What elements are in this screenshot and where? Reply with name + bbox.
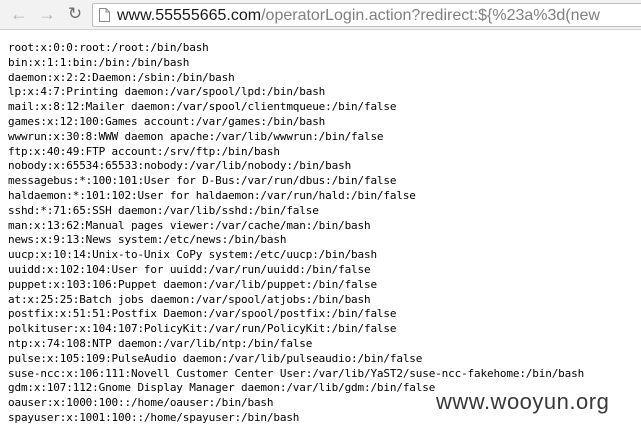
file-line: puppet:x:103:106:Puppet daemon:/var/lib/… (8, 277, 377, 291)
file-line: suse-ncc:x:106:111:Novell Customer Cente… (8, 366, 585, 380)
file-line: pulse:x:105:109:PulseAudio daemon:/var/l… (8, 351, 423, 365)
file-line: uucp:x:10:14:Unix-to-Unix CoPy system:/e… (8, 248, 377, 262)
file-line: postfix:x:51:51:Postfix Daemon:/var/spoo… (8, 307, 397, 321)
file-line: uuidd:x:102:104:User for uuidd:/var/run/… (8, 262, 371, 276)
file-line: ftp:x:40:49:FTP account:/srv/ftp:/bin/ba… (8, 144, 280, 158)
file-line: news:x:9:13:News system:/etc/news:/bin/b… (8, 233, 287, 247)
url-path: /operatorLogin.action?redirect:${%23a%3d… (261, 7, 600, 24)
watermark: www.wooyun.org (434, 389, 612, 415)
file-line: messagebus:*:100:101:User for D-Bus:/var… (8, 174, 397, 188)
file-line: polkituser:x:104:107:PolicyKit:/var/run/… (8, 322, 397, 336)
file-line: sshd:*:71:65:SSH daemon:/var/lib/sshd:/b… (8, 203, 319, 217)
browser-toolbar: ← → ↻ www.55555665.com/operatorLogin.act… (0, 0, 641, 30)
file-line: lp:x:4:7:Printing daemon:/var/spool/lpd:… (8, 85, 326, 99)
file-line: bin:x:1:1:bin:/bin:/bin/bash (8, 55, 190, 69)
reload-icon[interactable]: ↻ (64, 3, 86, 25)
file-line: daemon:x:2:2:Daemon:/sbin:/bin/bash (8, 70, 235, 84)
file-line: wwwrun:x:30:8:WWW daemon apache:/var/lib… (8, 129, 384, 143)
file-line: games:x:12:100:Games account:/var/games:… (8, 114, 326, 128)
file-line: haldaemon:*:101:102:User for haldaemon:/… (8, 188, 416, 202)
passwd-file-content: root:x:0:0:root:/root:/bin/bash bin:x:1:1… (8, 41, 584, 426)
file-line: ntp:x:74:108:NTP daemon:/var/lib/ntp:/bi… (8, 336, 313, 350)
page-icon (99, 8, 110, 22)
address-bar[interactable]: www.55555665.com/operatorLogin.action?re… (92, 3, 641, 27)
url-host: www.55555665.com (117, 7, 262, 24)
forward-arrow-icon[interactable]: → (36, 3, 58, 25)
back-arrow-icon[interactable]: ← (8, 3, 30, 25)
file-line: man:x:13:62:Manual pages viewer:/var/cac… (8, 218, 371, 232)
file-line: mail:x:8:12:Mailer daemon:/var/spool/cli… (8, 100, 397, 114)
file-line: root:x:0:0:root:/root:/bin/bash (8, 41, 209, 54)
file-line: nobody:x:65534:65533:nobody:/var/lib/nob… (8, 159, 352, 173)
url-text[interactable]: www.55555665.com/operatorLogin.action?re… (117, 6, 600, 25)
file-line: at:x:25:25:Batch jobs daemon:/var/spool/… (8, 292, 371, 306)
